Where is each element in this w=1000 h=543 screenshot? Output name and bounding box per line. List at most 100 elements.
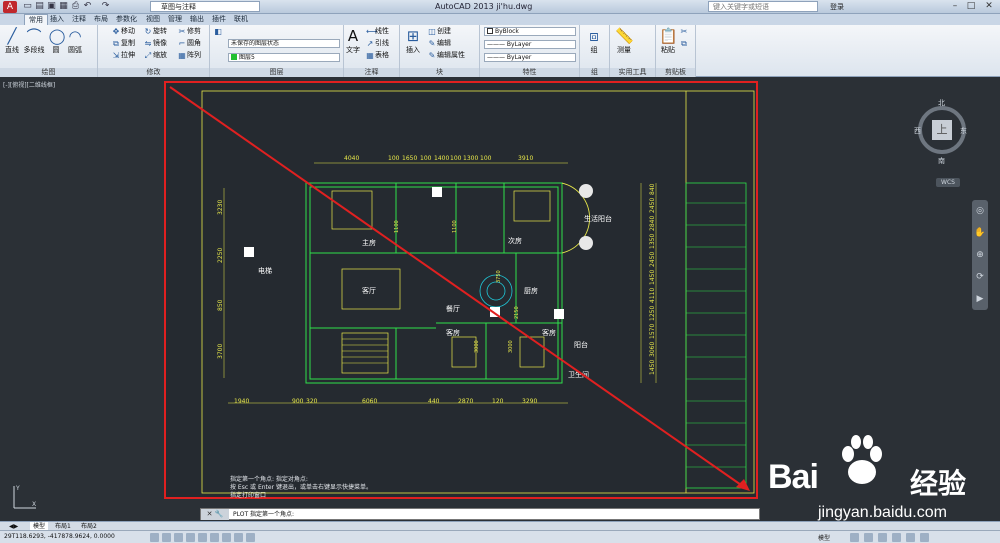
compass-west[interactable]: 西 bbox=[914, 126, 921, 136]
copy-clip-icon[interactable]: ⧉ bbox=[680, 39, 689, 48]
rotate-button[interactable]: ↻ 旋转 bbox=[144, 27, 167, 36]
tab-annotate[interactable]: 注释 bbox=[68, 14, 90, 25]
copy-button[interactable]: ⧉ 复制 bbox=[112, 39, 135, 48]
cut-icon[interactable]: ✂ bbox=[680, 27, 689, 36]
array-icon: ▦ bbox=[178, 51, 186, 60]
dim-right-5: 2450 bbox=[649, 252, 656, 267]
lock-icon[interactable] bbox=[892, 533, 901, 542]
group-button[interactable]: ⧈ 组 bbox=[582, 27, 606, 55]
paste-button[interactable]: 📋 粘贴 bbox=[658, 27, 678, 55]
workspace-switch-icon[interactable] bbox=[878, 533, 887, 542]
tab-parametric[interactable]: 参数化 bbox=[112, 14, 141, 25]
dim-top-8: 100 bbox=[480, 155, 492, 162]
compass-south[interactable]: 南 bbox=[938, 156, 945, 166]
compass-east[interactable]: 东 bbox=[960, 126, 967, 136]
close-icon[interactable]: ✕ bbox=[982, 1, 996, 12]
grid-icon[interactable] bbox=[162, 533, 171, 542]
open-icon[interactable]: ▤ bbox=[34, 1, 45, 12]
search-input[interactable]: 键入关键字或短语 bbox=[708, 1, 818, 12]
table-button[interactable]: ▦表格 bbox=[366, 51, 389, 60]
current-layer-dropdown[interactable]: 图层5 bbox=[228, 53, 340, 62]
fullscreen-icon[interactable] bbox=[920, 533, 929, 542]
pan-icon[interactable]: ✋ bbox=[972, 222, 988, 244]
viewport-controls-label[interactable]: [-][俯视][二维线框] bbox=[3, 80, 55, 89]
tab-manage[interactable]: 管理 bbox=[164, 14, 186, 25]
print-icon[interactable]: ⎙ bbox=[70, 1, 81, 12]
history-line-1: 指定第一个角点: 指定对角点: bbox=[230, 476, 308, 483]
dim-right-3: 2840 bbox=[649, 216, 656, 231]
layout-icon[interactable] bbox=[850, 533, 859, 542]
measure-button[interactable]: 📏 测量 bbox=[612, 27, 636, 55]
scale-button[interactable]: ⤢ 缩放 bbox=[144, 51, 167, 60]
plot-window-frame[interactable]: 4040 100 1650 100 1400 100 1300 100 3910… bbox=[164, 81, 758, 499]
zoom-icon[interactable]: ⊕ bbox=[972, 244, 988, 266]
minimize-icon[interactable]: – bbox=[948, 1, 962, 12]
color-dropdown[interactable]: ByBlock bbox=[484, 27, 576, 36]
layer-state-dropdown[interactable]: 未保存的图层状态 bbox=[228, 39, 340, 48]
color-swatch bbox=[487, 28, 493, 34]
showmotion-icon[interactable]: ▶ bbox=[972, 288, 988, 310]
fillet-button[interactable]: ⌐ 圆角 bbox=[178, 39, 201, 48]
annotation-scale-icon[interactable] bbox=[864, 533, 873, 542]
otrack-icon[interactable] bbox=[210, 533, 219, 542]
text-button[interactable]: A 文字 bbox=[344, 27, 362, 55]
tab-insert[interactable]: 插入 bbox=[46, 14, 68, 25]
login-button[interactable]: 登录 bbox=[830, 2, 844, 12]
compass-north[interactable]: 北 bbox=[938, 98, 945, 108]
snap-icon[interactable] bbox=[150, 533, 159, 542]
create-block-button[interactable]: ◫创建 bbox=[428, 27, 451, 36]
ortho-icon[interactable] bbox=[174, 533, 183, 542]
edit-attributes-button[interactable]: ✎ 编辑属性 bbox=[428, 51, 465, 60]
tab-layout[interactable]: 布局 bbox=[90, 14, 112, 25]
insert-button[interactable]: ⊞ 插入 bbox=[402, 27, 424, 55]
edit-block-button[interactable]: ✎ 编辑 bbox=[428, 39, 451, 48]
viewcube-top-face[interactable]: 上 bbox=[932, 120, 952, 140]
autocad-logo[interactable]: A bbox=[3, 1, 17, 13]
viewcube[interactable]: 上 北 南 东 西 bbox=[914, 98, 970, 168]
workspace-dropdown[interactable]: 草图与注释 bbox=[150, 1, 260, 12]
command-line-controls[interactable]: ✕ 🔧 bbox=[201, 509, 229, 520]
tab-output[interactable]: 输出 bbox=[186, 14, 208, 25]
lweight-icon[interactable] bbox=[246, 533, 255, 542]
polyline-button[interactable]: ⌒ 多段线 bbox=[22, 27, 46, 55]
trim-button[interactable]: ✂ 修剪 bbox=[178, 27, 201, 36]
mirror-button[interactable]: ⇋ 镜像 bbox=[144, 39, 167, 48]
ducs-icon[interactable] bbox=[222, 533, 231, 542]
circle-button[interactable]: ◯ 圆 bbox=[48, 27, 66, 55]
undo-icon[interactable]: ↶ bbox=[82, 1, 93, 12]
redo-icon[interactable]: ↷ bbox=[100, 1, 111, 12]
move-button[interactable]: ✥ 移动 bbox=[112, 27, 135, 36]
isolate-icon[interactable] bbox=[906, 533, 915, 542]
tab-home[interactable]: 常用 bbox=[24, 14, 48, 25]
osnap-icon[interactable] bbox=[198, 533, 207, 542]
stretch-icon: ⇲ bbox=[112, 51, 120, 60]
leader-button[interactable]: ↗ 引线 bbox=[366, 39, 389, 48]
dyn-icon[interactable] bbox=[234, 533, 243, 542]
layer-properties-icon[interactable]: ◧ bbox=[214, 27, 223, 36]
wcs-menu[interactable]: WCS bbox=[936, 178, 960, 187]
stretch-button[interactable]: ⇲ 拉伸 bbox=[112, 51, 135, 60]
dim-top-5: 1400 bbox=[434, 155, 449, 162]
linear-dim-button[interactable]: ⟷线性 bbox=[366, 27, 389, 36]
array-button[interactable]: ▦阵列 bbox=[178, 51, 201, 60]
new-icon[interactable]: ▭ bbox=[22, 1, 33, 12]
maximize-icon[interactable]: □ bbox=[964, 1, 978, 12]
save-icon[interactable]: ▣ bbox=[46, 1, 57, 12]
lineweight-dropdown[interactable]: ——— ByLayer bbox=[484, 53, 576, 62]
panel-title: 图层 bbox=[210, 68, 343, 77]
command-prompt[interactable]: PLOT 指定第一个角点: bbox=[233, 509, 294, 520]
tab-online[interactable]: 联机 bbox=[230, 14, 252, 25]
model-space-toggle[interactable]: 模型 bbox=[818, 533, 830, 542]
linetype-dropdown[interactable]: ——— ByLayer bbox=[484, 40, 576, 49]
arc-button[interactable]: ◠ 圆弧 bbox=[66, 27, 84, 55]
saveas-icon[interactable]: ▦ bbox=[58, 1, 69, 12]
tab-plugins[interactable]: 插件 bbox=[208, 14, 230, 25]
command-line[interactable]: ✕ 🔧 PLOT 指定第一个角点: bbox=[200, 508, 760, 520]
tab-view[interactable]: 视图 bbox=[142, 14, 164, 25]
orbit-icon[interactable]: ⟳ bbox=[972, 266, 988, 288]
line-button[interactable]: ╱ 直线 bbox=[2, 27, 22, 55]
steeringwheel-icon[interactable]: ◎ bbox=[972, 200, 988, 222]
polar-icon[interactable] bbox=[186, 533, 195, 542]
room-elevator: 电梯 bbox=[258, 266, 272, 275]
stairs bbox=[342, 338, 388, 364]
